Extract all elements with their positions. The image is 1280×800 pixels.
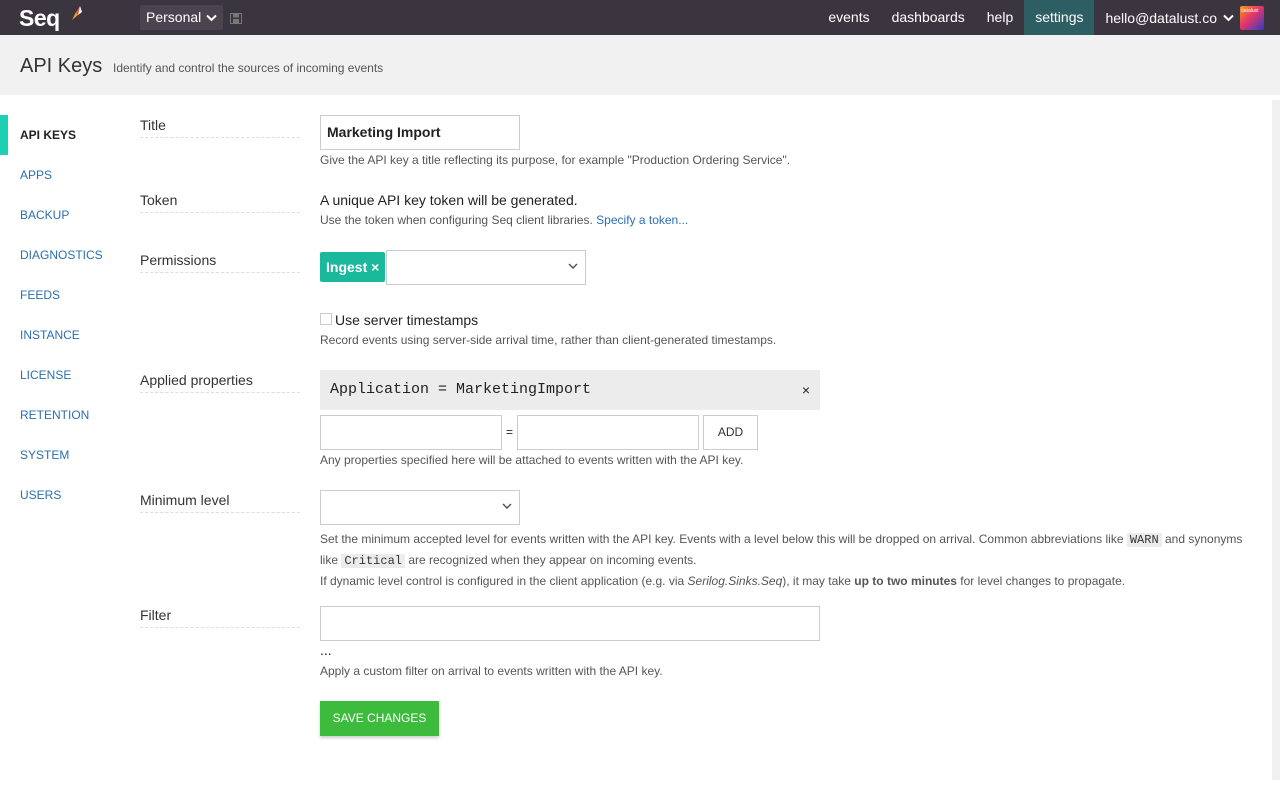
specify-token-link[interactable]: Specify a token... [596,213,688,227]
sidebar-item-system[interactable]: SYSTEM [0,435,130,475]
nav-settings[interactable]: settings [1024,0,1095,35]
minimum-level-help-3-strong: up to two minutes [854,574,957,588]
page-header: API Keys Identify and control the source… [0,35,1280,95]
seq-logo[interactable]: Seq [19,5,60,32]
token-help-line: Use the token when configuring Seq clien… [320,213,688,227]
server-timestamps-label: Use server timestamps [335,312,479,328]
permission-tag-ingest: Ingest × [320,252,386,282]
applied-property-text: Application = MarketingImport [330,381,592,398]
minimum-level-help-3b: ), it may take [782,574,851,588]
main-nav: events dashboards help settings hello@da… [817,0,1280,35]
property-value-input[interactable] [517,415,699,450]
chevron-down-icon [1223,14,1234,21]
workspace-selector[interactable]: Personal [140,5,224,30]
add-property-button[interactable]: ADD [703,415,758,450]
chevron-down-icon [568,263,578,270]
property-name-input[interactable] [320,415,502,450]
minimum-level-help-1b: and synonyms [1165,532,1243,546]
filter-help: Apply a custom filter on arrival to even… [320,664,663,678]
minimum-level-help-3c: for level changes to propagate. [960,574,1126,588]
applied-properties-label: Applied properties [140,372,300,393]
minimum-level-help-2b: are recognized when they appear on incom… [408,553,697,567]
code-critical: Critical [341,554,405,568]
sidebar-item-diagnostics[interactable]: DIAGNOSTICS [0,235,130,275]
server-timestamps-help: Record events using server-side arrival … [320,333,777,347]
permissions-select[interactable] [386,250,586,285]
minimum-level-help-3-em: Serilog.Sinks.Seq [687,574,783,588]
code-warn: WARN [1126,533,1162,547]
token-text: A unique API key token will be generated… [320,192,578,208]
save-changes-button[interactable]: SAVE CHANGES [320,701,439,736]
user-menu[interactable]: hello@datalust.co datalust [1094,0,1280,35]
sidebar-item-apps[interactable]: APPS [0,155,130,195]
remove-property-button[interactable]: × [802,370,810,410]
sidebar-item-feeds[interactable]: FEEDS [0,275,130,315]
token-label: Token [140,192,300,213]
user-email: hello@datalust.co [1105,9,1217,26]
title-help: Give the API key a title reflecting its … [320,153,791,167]
sidebar-item-instance[interactable]: INSTANCE [0,315,130,355]
workspace-label: Personal [146,9,202,25]
chevron-down-icon [502,503,512,510]
sidebar-item-license[interactable]: LICENSE [0,355,130,395]
title-input[interactable]: Marketing Import [320,115,520,150]
page-subtitle: Identify and control the sources of inco… [113,61,384,75]
sidebar-item-api-keys[interactable]: API KEYS [0,115,130,155]
title-label: Title [140,117,300,138]
top-bar: Seq Personal events dashboards help sett… [0,0,1280,35]
filter-input[interactable] [320,606,820,641]
nav-events[interactable]: events [817,0,880,35]
filter-label: Filter [140,607,300,628]
save-workspace-icon[interactable] [230,13,242,24]
server-timestamps-checkbox[interactable] [320,313,332,325]
minimum-level-help-2a: like [320,553,339,567]
page-scrollbar[interactable] [1272,100,1280,780]
applied-property-row: Application = MarketingImport × [320,370,820,410]
avatar-text: datalust [1241,7,1259,14]
nav-dashboards[interactable]: dashboards [881,0,976,35]
permission-tag-label: Ingest [326,259,368,275]
sidebar-item-retention[interactable]: RETENTION [0,395,130,435]
chevron-down-icon [206,14,217,21]
minimum-level-label: Minimum level [140,492,300,513]
page-title: API Keys [20,55,103,77]
remove-permission-button[interactable]: × [371,259,379,275]
permissions-label: Permissions [140,252,300,273]
property-equals-sign: = [506,425,514,439]
sidebar-item-backup[interactable]: BACKUP [0,195,130,235]
nav-help[interactable]: help [976,0,1024,35]
token-help: Use the token when configuring Seq clien… [320,213,593,227]
filter-ellipsis[interactable]: ... [320,642,332,658]
minimum-level-help-1a: Set the minimum accepted level for event… [320,532,1124,546]
seq-logo-mark-icon [72,6,82,20]
minimum-level-help: Set the minimum accepted level for event… [320,529,1260,591]
applied-properties-help: Any properties specified here will be at… [320,453,744,467]
sidebar-item-users[interactable]: USERS [0,475,130,515]
settings-sidebar: API KEYS APPS BACKUP DIAGNOSTICS FEEDS I… [0,115,130,515]
avatar[interactable]: datalust [1240,5,1264,30]
minimum-level-help-3a: If dynamic level control is configured i… [320,574,685,588]
minimum-level-select[interactable] [320,490,520,525]
